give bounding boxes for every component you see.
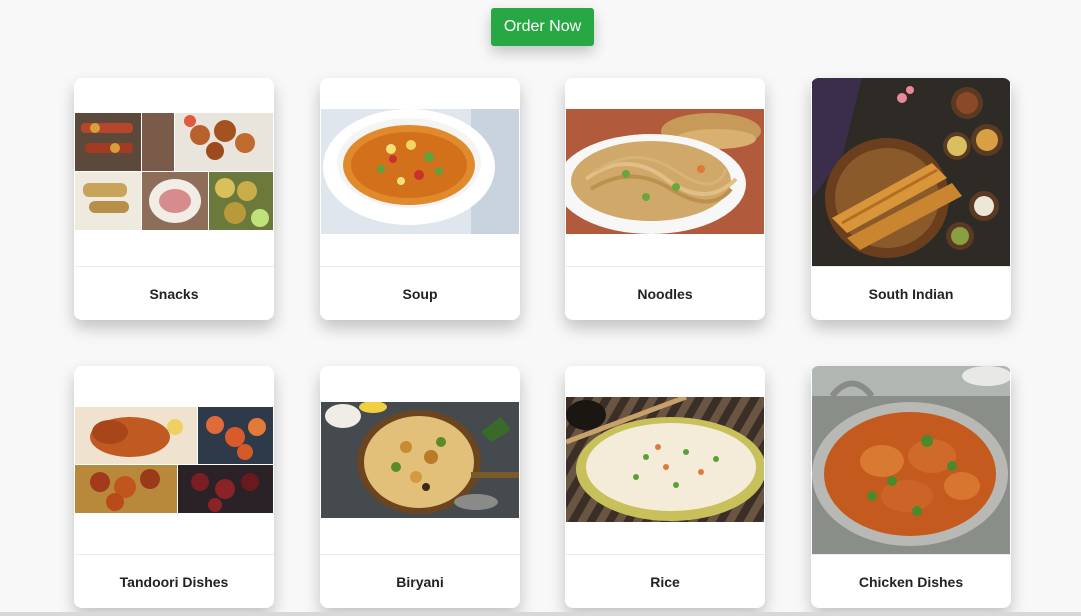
bottom-scrollbar[interactable]	[0, 612, 1081, 616]
soup-image	[321, 109, 519, 234]
category-label: Chicken Dishes	[811, 554, 1011, 608]
category-card-rice[interactable]: Rice	[565, 366, 765, 608]
category-label: Rice	[565, 554, 765, 608]
south-indian-image	[812, 78, 1010, 267]
page: Order Now Snacks Soup Noodles South Indi…	[0, 0, 1081, 616]
category-card-snacks[interactable]: Snacks	[74, 78, 274, 320]
rice-image	[566, 397, 764, 522]
biryani-image	[321, 402, 519, 518]
category-label: Noodles	[565, 266, 765, 320]
category-label: Tandoori Dishes	[74, 554, 274, 608]
snacks-image	[75, 113, 273, 230]
category-label: South Indian	[811, 266, 1011, 320]
tandoori-dishes-image	[75, 407, 273, 513]
category-card-tandoori-dishes[interactable]: Tandoori Dishes	[74, 366, 274, 608]
category-card-chicken-dishes[interactable]: Chicken Dishes	[811, 366, 1011, 608]
chicken-dishes-image	[812, 366, 1010, 555]
category-label: Snacks	[74, 266, 274, 320]
noodles-image	[566, 109, 764, 234]
category-label: Soup	[320, 266, 520, 320]
category-card-biryani[interactable]: Biryani	[320, 366, 520, 608]
category-card-soup[interactable]: Soup	[320, 78, 520, 320]
category-card-south-indian[interactable]: South Indian	[811, 78, 1011, 320]
order-now-button[interactable]: Order Now	[491, 8, 594, 46]
category-card-noodles[interactable]: Noodles	[565, 78, 765, 320]
category-label: Biryani	[320, 554, 520, 608]
